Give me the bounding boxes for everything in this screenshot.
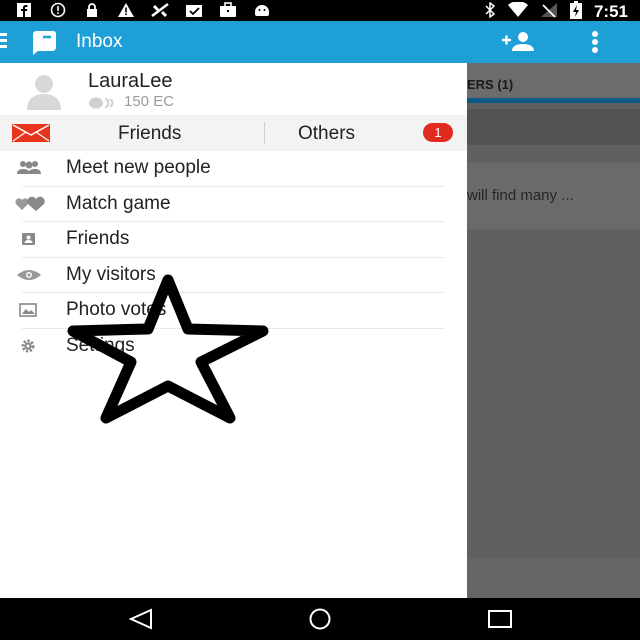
hearts-icon xyxy=(14,195,45,213)
profile-header[interactable]: LauraLee 150 EC xyxy=(0,63,467,115)
menu-icon[interactable] xyxy=(0,33,8,51)
background-content: ERS (1) will find many ... xyxy=(467,63,640,598)
menu-item-label: Match game xyxy=(66,192,171,214)
photo-icon xyxy=(14,301,44,319)
tab-others[interactable]: Others xyxy=(298,123,355,145)
star-outline-overlay xyxy=(67,274,269,424)
envelope-icon xyxy=(12,124,50,142)
facebook-icon xyxy=(14,2,34,22)
people-icon xyxy=(14,159,44,177)
briefcase-icon xyxy=(218,2,238,22)
page-title: Inbox xyxy=(76,31,123,52)
wifi-icon xyxy=(507,1,528,21)
coins-icon xyxy=(88,96,118,108)
background-band xyxy=(467,109,640,145)
overflow-menu-icon[interactable] xyxy=(592,31,600,55)
status-bar: 7:51 xyxy=(0,0,640,21)
menu-item-friends[interactable]: Friends xyxy=(0,222,467,258)
home-icon[interactable] xyxy=(305,608,335,630)
bluetooth-icon xyxy=(484,1,496,21)
android-icon xyxy=(252,2,272,22)
system-status: 7:51 xyxy=(484,1,628,22)
warning-icon xyxy=(116,2,136,22)
add-friend-icon[interactable] xyxy=(500,31,536,53)
tab-friends[interactable]: Friends xyxy=(118,123,181,145)
coin-balance: 150 EC xyxy=(88,93,174,110)
profile-name: LauraLee xyxy=(88,70,173,92)
eye-icon xyxy=(14,266,44,284)
background-row-text: will find many ... xyxy=(467,187,574,204)
menu-item-meet-new-people[interactable]: Meet new people xyxy=(0,151,467,187)
background-bottom-bar xyxy=(467,558,640,598)
others-count-badge: 1 xyxy=(423,123,453,142)
avatar xyxy=(24,70,64,110)
no-signal-app-icon xyxy=(150,2,170,22)
menu-item-label: Meet new people xyxy=(66,157,211,178)
battery-charging-icon xyxy=(569,1,582,22)
contact-card-icon xyxy=(14,230,44,248)
app-logo-icon xyxy=(29,29,59,55)
info-icon xyxy=(48,2,68,22)
signal-icon xyxy=(540,2,558,21)
recents-icon[interactable] xyxy=(485,608,515,630)
menu-item-label: Friends xyxy=(66,228,130,249)
background-tab-indicator xyxy=(467,98,640,103)
back-icon[interactable] xyxy=(127,608,157,630)
tab-divider xyxy=(264,122,265,144)
notification-icons xyxy=(14,2,272,22)
clipboard-check-icon xyxy=(184,2,204,22)
clock: 7:51 xyxy=(593,2,628,21)
gear-icon xyxy=(14,337,44,355)
menu-item-match-game[interactable]: Match game xyxy=(0,187,467,222)
inbox-tabs: Friends Others 1 xyxy=(0,115,467,151)
background-tab-label: ERS (1) xyxy=(467,77,514,92)
coin-amount: 150 EC xyxy=(124,93,175,110)
system-nav-bar xyxy=(0,598,640,640)
app-bar: Inbox xyxy=(0,21,640,63)
lock-icon xyxy=(82,2,102,22)
